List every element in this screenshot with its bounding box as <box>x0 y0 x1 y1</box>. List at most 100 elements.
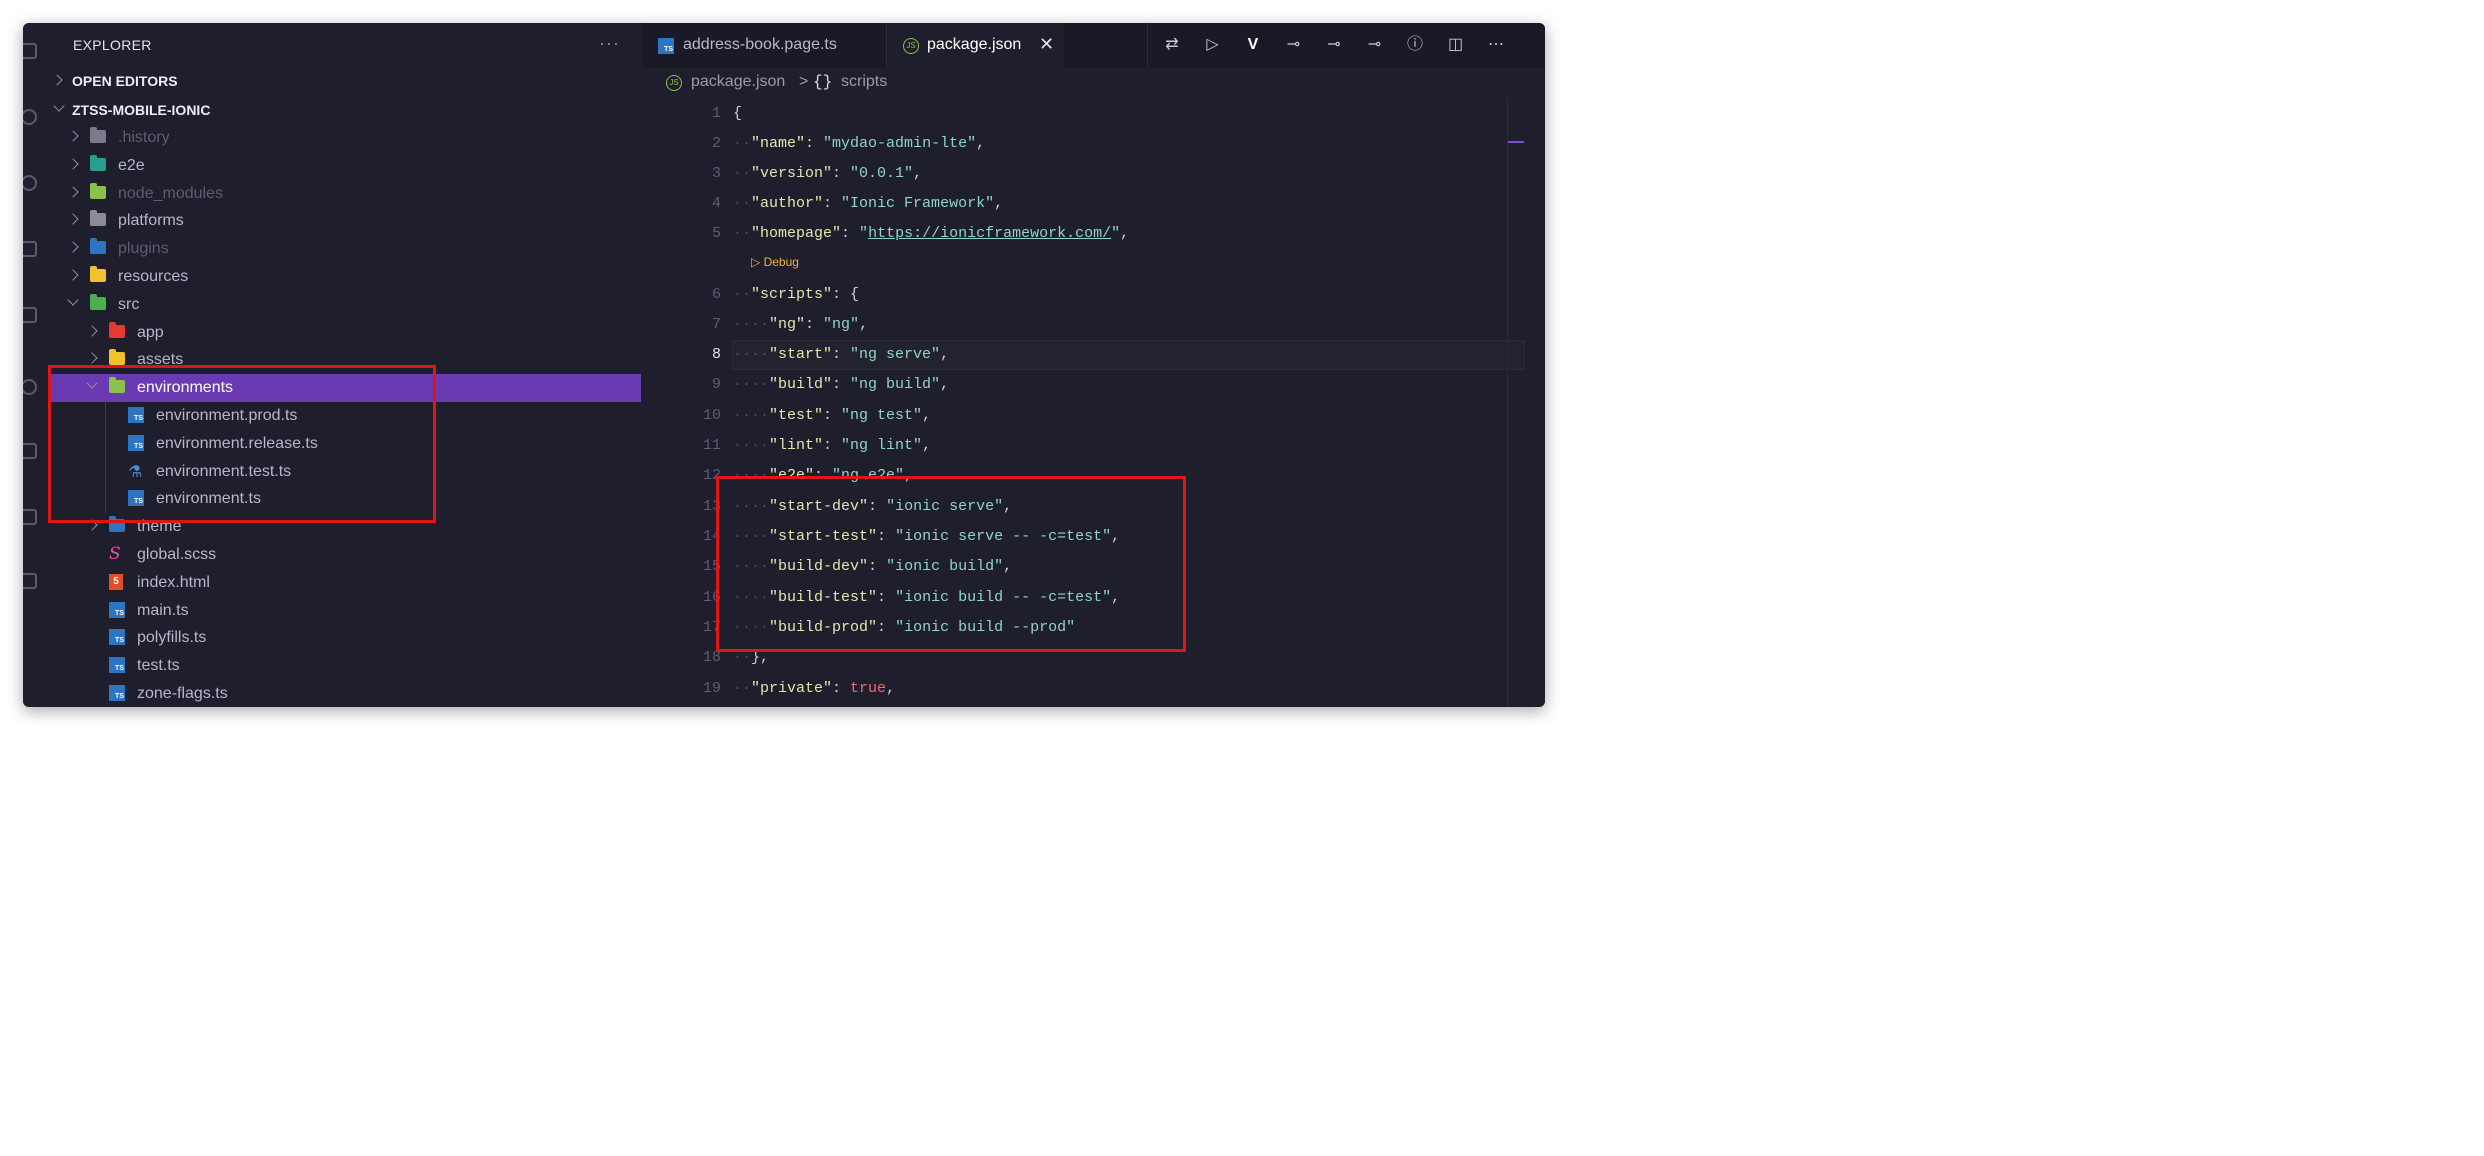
vue-icon[interactable]: V <box>1243 35 1263 55</box>
project-section[interactable]: ZTSS-MOBILE-IONIC <box>37 97 643 125</box>
extensions-icon[interactable] <box>23 307 37 323</box>
code-line: 2 ··"name": "mydao-admin-lte", <box>643 129 1545 159</box>
search-icon[interactable] <box>23 109 37 125</box>
activity-bar <box>23 23 37 707</box>
tree-item-label: src <box>118 295 140 313</box>
code-text: ····"lint": "ng lint", <box>733 437 932 454</box>
folder-icon <box>109 349 125 366</box>
code-text: ··"version": "0.0.1", <box>733 165 923 182</box>
code-line: 4 ··"author": "Ionic Framework", <box>643 189 1545 219</box>
line-number: 3 <box>711 165 721 182</box>
tree-file[interactable]: 5 index.html <box>37 569 643 597</box>
tab-package-json[interactable]: JS package.json ✕ <box>887 23 1064 68</box>
remote-icon[interactable] <box>23 379 37 395</box>
typescript-file-icon: TS <box>109 629 125 646</box>
code-line: 1{ <box>643 99 1545 129</box>
tree-file[interactable]: TS test.ts <box>37 652 643 680</box>
json-file-icon: JS <box>666 75 682 91</box>
chevron-right-icon <box>67 241 79 253</box>
tree-folder[interactable]: e2e <box>37 152 643 180</box>
chevron-right-icon <box>86 324 98 337</box>
typescript-file-icon: TS <box>109 601 125 618</box>
code-line: 9 ····"build": "ng build", <box>643 370 1545 400</box>
code-line: 11 ····"lint": "ng lint", <box>643 431 1545 461</box>
split-editor-icon[interactable]: ◫ <box>1446 35 1466 55</box>
breadcrumb-file[interactable]: package.json <box>691 73 785 91</box>
line-number: 10 <box>702 407 721 424</box>
code-text: ····"start": "ng serve", <box>733 346 950 363</box>
tab-label: address-book.page.ts <box>683 36 837 53</box>
chevron-down-icon <box>53 100 65 112</box>
tree-item-label: resources <box>118 268 189 285</box>
tree-file[interactable]: Sglobal.scss <box>37 541 643 569</box>
run-icon[interactable]: ▷ <box>1203 35 1223 55</box>
code-text: ··"author": "Ionic Framework", <box>733 195 1004 212</box>
tree-file[interactable]: TS zone-flags.ts <box>37 680 643 707</box>
code-line: 8 ····"start": "ng serve", <box>643 340 1545 370</box>
line-number: 7 <box>711 316 721 333</box>
explorer-icon[interactable] <box>23 43 37 59</box>
close-icon[interactable]: ✕ <box>1039 34 1054 55</box>
timeline-icon[interactable]: ⓘ <box>1405 35 1425 55</box>
git-commit-prev-icon[interactable]: ⊸ <box>1324 35 1344 55</box>
debug-codelens[interactable]: ▷ Debug <box>751 255 799 269</box>
tree-folder[interactable]: resources <box>37 263 643 291</box>
accounts-icon[interactable] <box>23 573 37 589</box>
tab-address-book[interactable]: TS address-book.page.ts <box>643 23 887 68</box>
tree-item-label: main.ts <box>137 601 189 619</box>
code-text: { <box>733 105 743 122</box>
sass-file-icon: S <box>109 544 121 564</box>
tree-folder[interactable]: src <box>37 291 643 319</box>
tree-folder[interactable]: .history <box>37 124 643 152</box>
line-number: 6 <box>711 286 721 303</box>
code-text: ··"scripts": { <box>733 286 860 303</box>
breadcrumb-symbol[interactable]: scripts <box>841 73 887 91</box>
code-text: ····"ng": "ng", <box>733 316 869 333</box>
tree-item-label: zone-flags.ts <box>137 685 228 702</box>
tree-item-label: node_modules <box>118 184 223 202</box>
tree-folder[interactable]: platforms <box>37 207 643 235</box>
breadcrumb-separator: > <box>799 73 809 90</box>
more-horizontal-icon[interactable]: ··· <box>599 33 620 54</box>
code-line: 10 ····"test": "ng test", <box>643 401 1545 431</box>
project-label: ZTSS-MOBILE-IONIC <box>72 102 211 118</box>
more-actions-icon[interactable]: ⋯ <box>1486 35 1506 55</box>
tree-item-label: polyfills.ts <box>137 629 207 647</box>
open-editors-label: OPEN EDITORS <box>72 73 178 89</box>
scrollbar[interactable] <box>1507 97 1526 707</box>
line-number: 5 <box>711 225 721 242</box>
tree-folder[interactable]: node_modules <box>37 180 643 208</box>
git-commit-icon[interactable]: ⊸ <box>1284 35 1304 55</box>
tree-item-label: test.ts <box>137 657 180 675</box>
compare-changes-icon[interactable]: ⇄ <box>1162 35 1182 55</box>
run-debug-icon[interactable] <box>23 241 37 257</box>
folder-icon <box>90 154 106 171</box>
code-text: ··"private": true, <box>733 680 896 697</box>
chevron-right-icon <box>86 352 98 365</box>
tree-item-label: app <box>137 323 164 341</box>
typescript-file-icon: TS <box>658 38 674 54</box>
tree-file[interactable]: TS polyfills.ts <box>37 624 643 652</box>
tree-item-label: e2e <box>118 156 145 174</box>
folder-icon <box>109 321 125 338</box>
braces-icon: {} <box>813 73 833 91</box>
tree-item-label: .history <box>118 129 170 146</box>
tree-file[interactable]: TS main.ts <box>37 597 643 625</box>
tree-folder[interactable]: plugins <box>37 235 643 263</box>
folder-icon <box>90 266 106 282</box>
typescript-file-icon: TS <box>109 685 125 701</box>
testing-icon[interactable] <box>23 509 37 525</box>
folder-icon <box>90 293 106 310</box>
tree-folder[interactable]: app <box>37 319 643 347</box>
line-number: 1 <box>711 105 721 122</box>
code-line: 19 ··"private": true, <box>643 674 1545 704</box>
git-commit-next-icon[interactable]: ⊸ <box>1365 35 1385 55</box>
open-editors-section[interactable]: OPEN EDITORS <box>37 68 643 96</box>
line-number: 4 <box>711 195 721 212</box>
html-file-icon: 5 <box>109 573 123 590</box>
code-line: 6 ··"scripts": { <box>643 280 1545 310</box>
folder-icon <box>90 182 106 199</box>
source-control-icon[interactable] <box>23 175 37 191</box>
database-icon[interactable] <box>23 443 37 459</box>
tree-item-label: plugins <box>118 240 169 258</box>
